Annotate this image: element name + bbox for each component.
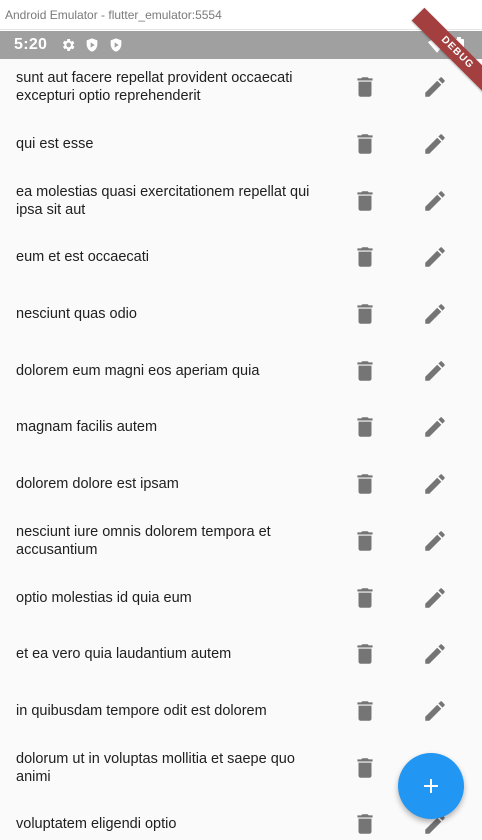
delete-button[interactable]: [350, 299, 380, 329]
trash-icon: [357, 474, 373, 494]
list-item[interactable]: in quibusdam tempore odit est dolorem: [0, 683, 482, 740]
status-time: 5:20: [14, 36, 48, 53]
delete-button[interactable]: [350, 469, 380, 499]
status-notification-icons: [60, 37, 124, 53]
trash-icon: [357, 361, 373, 381]
trash-icon: [357, 814, 373, 835]
pencil-icon: [425, 134, 445, 154]
pencil-icon: [425, 587, 445, 608]
window-title: Android Emulator - flutter_emulator:5554: [0, 0, 482, 30]
pencil-icon: [425, 77, 445, 98]
list-item[interactable]: optio molestias id quia eum: [0, 569, 482, 626]
post-title: nesciunt iure omnis dolorem tempora et a…: [16, 523, 271, 558]
pencil-icon: [425, 474, 445, 494]
post-title: dolorem eum magni eos aperiam quia: [16, 362, 260, 379]
post-title: in quibusdam tempore odit est dolorem: [16, 702, 267, 719]
delete-button[interactable]: [350, 583, 380, 613]
list-item[interactable]: nesciunt iure omnis dolorem tempora et a…: [0, 513, 482, 570]
delete-button[interactable]: [350, 526, 380, 556]
pencil-icon: [425, 531, 445, 551]
edit-button[interactable]: [420, 583, 450, 613]
post-title: eum et est occaecati: [16, 249, 149, 266]
list-item[interactable]: sunt aut facere repellat provident occae…: [0, 59, 482, 116]
delete-button[interactable]: [350, 356, 380, 386]
delete-button[interactable]: [350, 639, 380, 669]
delete-button[interactable]: [350, 753, 380, 783]
list-item[interactable]: nesciunt quas odio: [0, 286, 482, 343]
pencil-icon: [425, 190, 445, 211]
trash-icon: [357, 417, 373, 438]
post-title: dolorum ut in voluptas mollitia et saepe…: [16, 750, 295, 785]
delete-button[interactable]: [350, 129, 380, 159]
gear-icon: [60, 37, 76, 53]
trash-icon: [357, 190, 373, 211]
edit-button[interactable]: [420, 299, 450, 329]
post-title: voluptatem eligendi optio: [16, 816, 177, 833]
play-protect-icon: [84, 37, 100, 53]
post-title: optio molestias id quia eum: [16, 589, 192, 606]
list-item[interactable]: dolorem eum magni eos aperiam quia: [0, 342, 482, 399]
post-title: dolorem dolore est ipsam: [16, 476, 179, 493]
pencil-icon: [425, 417, 445, 438]
list-item[interactable]: eum et est occaecati: [0, 229, 482, 286]
play-protect-icon: [108, 37, 124, 53]
trash-icon: [357, 757, 373, 778]
edit-button[interactable]: [420, 356, 450, 386]
edit-button[interactable]: [420, 242, 450, 272]
post-title: qui est esse: [16, 136, 94, 153]
list-item[interactable]: et ea vero quia laudantium autem: [0, 626, 482, 683]
trash-icon: [357, 531, 373, 551]
edit-button[interactable]: [420, 186, 450, 216]
post-title: sunt aut facere repellat provident occae…: [16, 70, 293, 105]
trash-icon: [357, 304, 373, 324]
trash-icon: [357, 587, 373, 608]
pencil-icon: [425, 361, 445, 381]
post-title: nesciunt quas odio: [16, 306, 137, 323]
delete-button[interactable]: [350, 242, 380, 272]
plus-icon: [424, 779, 438, 793]
post-title: magnam facilis autem: [16, 419, 158, 436]
add-post-button[interactable]: [398, 753, 464, 819]
edit-button[interactable]: [420, 129, 450, 159]
delete-button[interactable]: [350, 72, 380, 102]
post-list[interactable]: sunt aut facere repellat provident occae…: [0, 59, 482, 840]
edit-button[interactable]: [420, 72, 450, 102]
pencil-icon: [425, 247, 445, 268]
delete-button[interactable]: [350, 809, 380, 839]
edit-button[interactable]: [420, 412, 450, 442]
trash-icon: [357, 134, 373, 154]
edit-button[interactable]: [420, 639, 450, 669]
delete-button[interactable]: [350, 186, 380, 216]
delete-button[interactable]: [350, 412, 380, 442]
trash-icon: [357, 644, 373, 664]
pencil-icon: [425, 644, 445, 664]
trash-icon: [357, 247, 373, 268]
pencil-icon: [425, 701, 445, 721]
trash-icon: [357, 77, 373, 98]
status-bar: 5:20: [0, 31, 482, 59]
list-item[interactable]: dolorem dolore est ipsam: [0, 456, 482, 513]
list-item[interactable]: qui est esse: [0, 116, 482, 173]
trash-icon: [357, 701, 373, 721]
list-item[interactable]: magnam facilis autem: [0, 399, 482, 456]
post-title: et ea vero quia laudantium autem: [16, 646, 232, 663]
list-item[interactable]: ea molestias quasi exercitationem repell…: [0, 172, 482, 229]
post-title: ea molestias quasi exercitationem repell…: [16, 183, 310, 218]
edit-button[interactable]: [420, 469, 450, 499]
pencil-icon: [425, 304, 445, 324]
delete-button[interactable]: [350, 696, 380, 726]
edit-button[interactable]: [420, 526, 450, 556]
edit-button[interactable]: [420, 696, 450, 726]
